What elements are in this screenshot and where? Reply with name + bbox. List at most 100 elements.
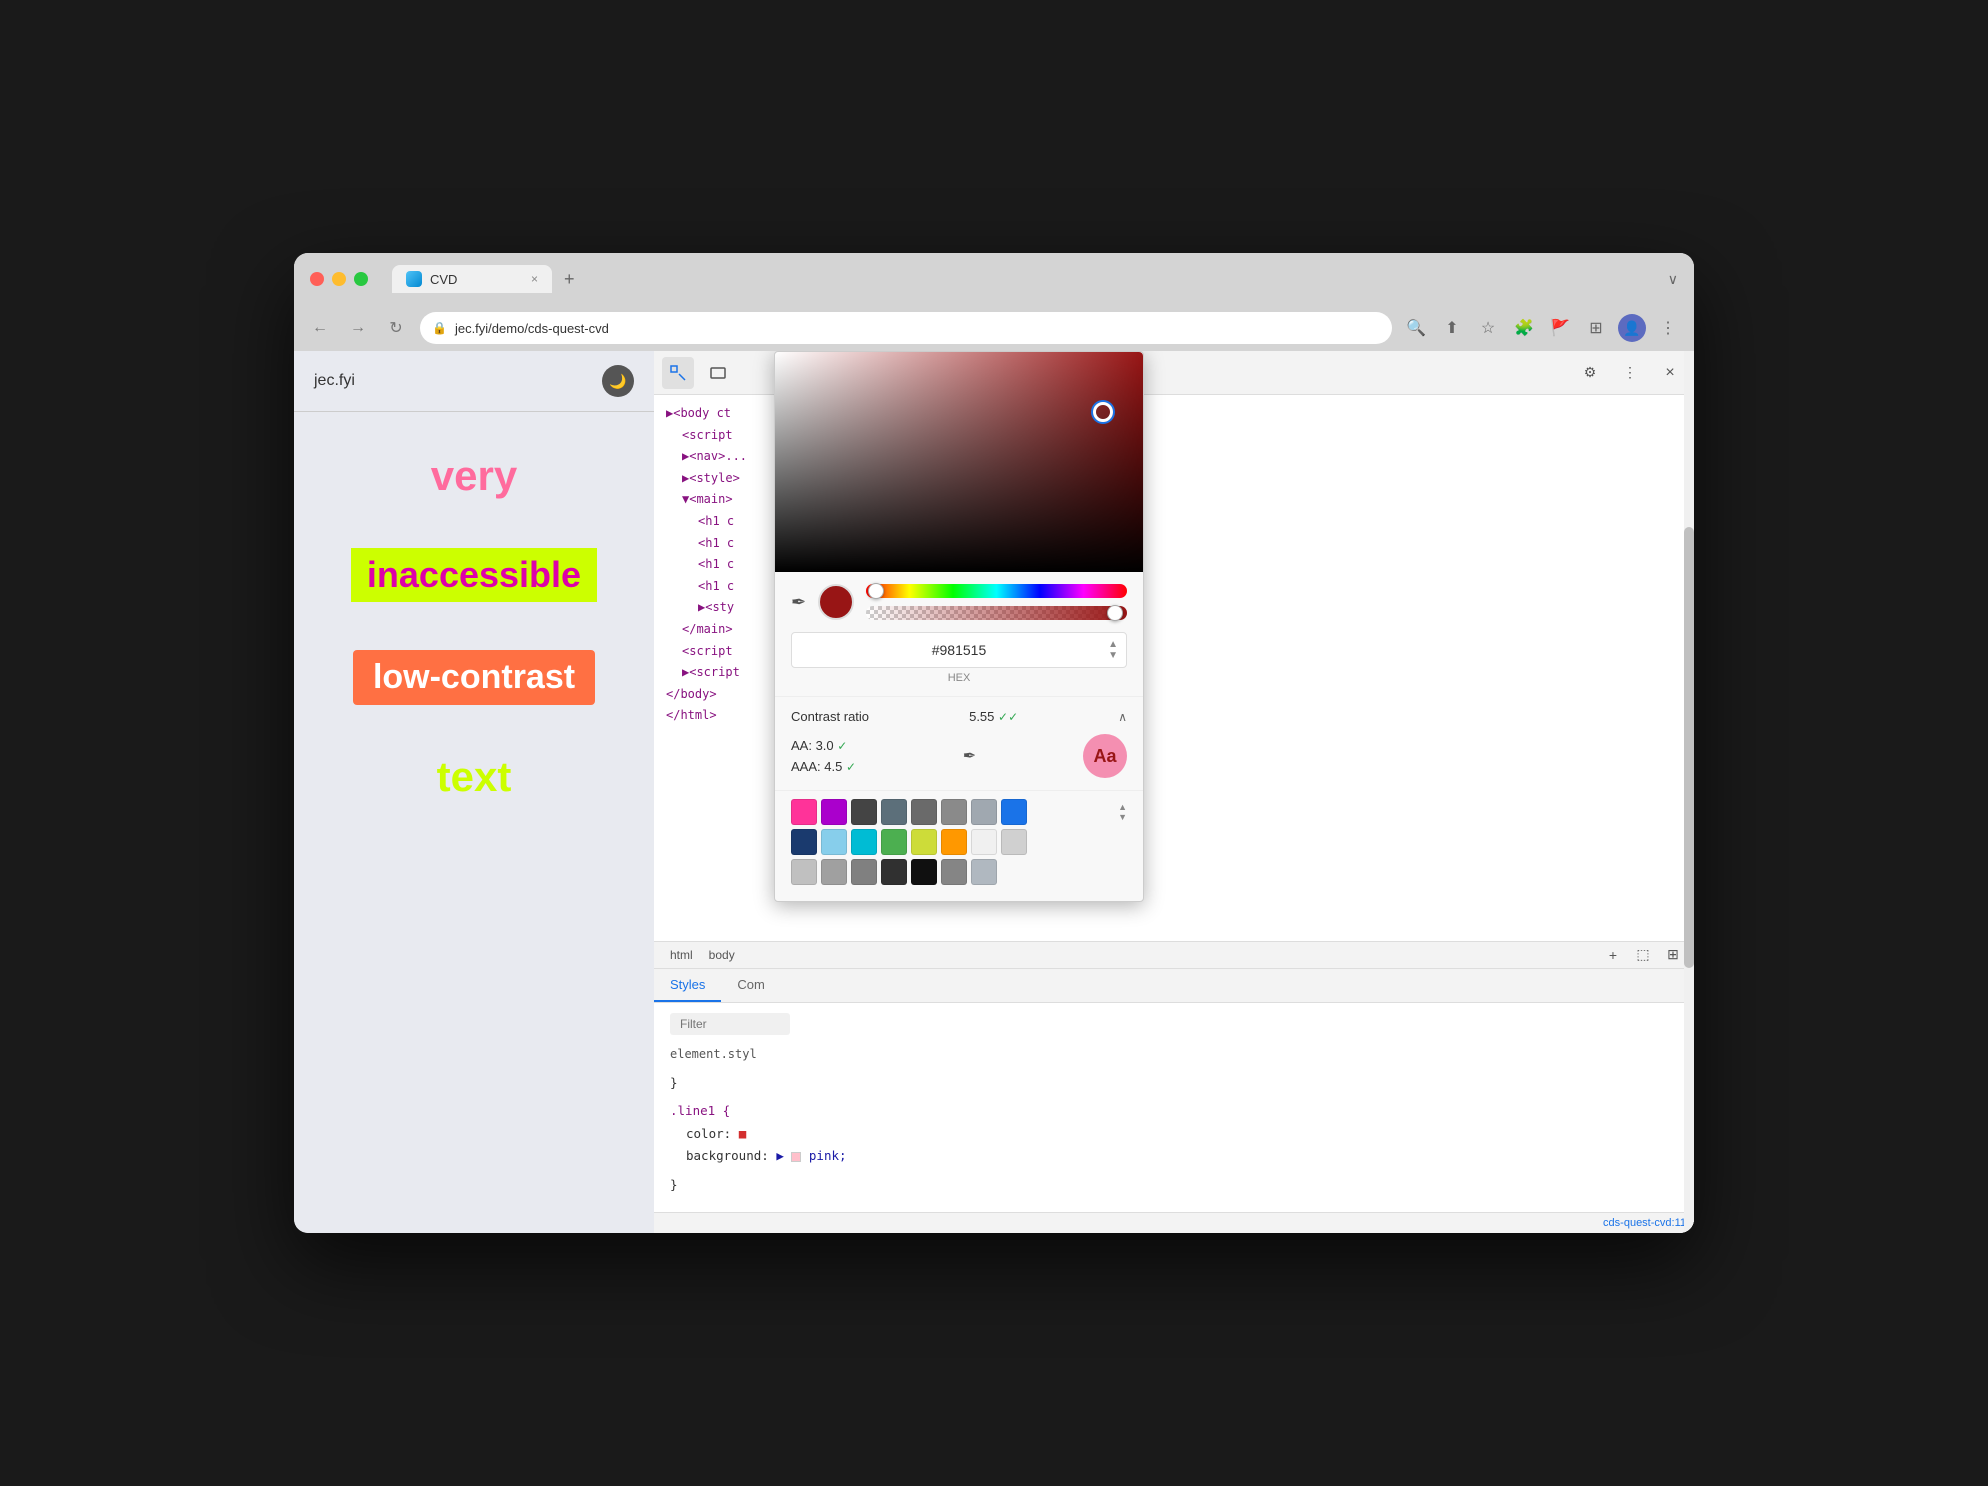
forward-button[interactable]: →: [344, 314, 372, 342]
title-bar: CVD × + ∨: [294, 253, 1694, 305]
extension-icon[interactable]: 🧩: [1510, 314, 1538, 342]
hex-input-area: #981515 ▲▼ HEX: [775, 632, 1143, 696]
contrast-eyedropper-button[interactable]: ✒: [963, 746, 976, 766]
hex-input-field[interactable]: #981515 ▲▼: [791, 632, 1127, 668]
swatch-teal[interactable]: [851, 829, 877, 855]
tab-menu-button[interactable]: ∨: [1668, 271, 1678, 288]
background-color-swatch[interactable]: [791, 1152, 801, 1162]
swatch-yellow-green[interactable]: [911, 829, 937, 855]
inspect-element-button[interactable]: [662, 357, 694, 389]
hex-spinners[interactable]: ▲▼: [1108, 639, 1118, 661]
swatch-charcoal[interactable]: [881, 859, 907, 885]
toggle-inspector-button[interactable]: ⬚: [1630, 942, 1656, 968]
bookmark-icon[interactable]: ☆: [1474, 314, 1502, 342]
swatch-blue-gray[interactable]: [971, 799, 997, 825]
color-picker-popup: ✒ #981515 ▲▼: [774, 351, 1144, 902]
swatches-row-3: [791, 859, 1127, 885]
devtools-close-button[interactable]: ×: [1654, 357, 1686, 389]
aaa-check-icon: ✓: [846, 760, 856, 774]
scrollbar[interactable]: [1684, 351, 1694, 1233]
share-icon[interactable]: ⬆: [1438, 314, 1466, 342]
demo-item-text: text: [437, 753, 512, 801]
browser-toolbar: 🔍 ⬆ ☆ 🧩 🚩 ⊞ 👤 ⋮: [1402, 314, 1682, 342]
swatch-purple[interactable]: [821, 799, 847, 825]
swatches-spinner[interactable]: ▲▼: [1118, 802, 1127, 822]
swatch-warm-gray[interactable]: [941, 859, 967, 885]
profile-icon[interactable]: 👤: [1618, 314, 1646, 342]
search-icon[interactable]: 🔍: [1402, 314, 1430, 342]
page-header: jec.fyi 🌙: [294, 351, 654, 412]
aaa-level: AAA: 4.5 ✓: [791, 759, 856, 774]
scrollbar-thumb[interactable]: [1684, 527, 1694, 968]
aa-preview-text: Aa: [1083, 734, 1127, 778]
element-tabs-bar: html body + ⬚ ⊞: [654, 942, 1694, 969]
swatch-gray[interactable]: [911, 799, 937, 825]
minimize-button[interactable]: [332, 272, 346, 286]
opacity-slider-thumb[interactable]: [1107, 605, 1123, 621]
hue-slider[interactable]: [866, 584, 1127, 598]
swatch-pink[interactable]: [791, 799, 817, 825]
refresh-button[interactable]: ↻: [382, 314, 410, 342]
swatch-light-gray[interactable]: [1001, 829, 1027, 855]
device-toolbar-button[interactable]: [702, 357, 734, 389]
maximize-button[interactable]: [354, 272, 368, 286]
styles-tab[interactable]: Styles: [654, 969, 721, 1002]
lock-icon: 🔒: [432, 321, 447, 335]
bottom-toolbar: cds-quest-cvd:11: [654, 1212, 1694, 1233]
styles-toolbar: + ⬚ ⊞: [1600, 942, 1686, 968]
eyedropper-button[interactable]: ✒: [791, 592, 806, 613]
dark-mode-button[interactable]: 🌙: [602, 365, 634, 397]
tab-close-button[interactable]: ×: [531, 272, 538, 286]
opacity-slider[interactable]: [866, 606, 1127, 620]
body-breadcrumb[interactable]: body: [701, 942, 743, 968]
swatch-blue[interactable]: [1001, 799, 1027, 825]
styles-computed-tabs: Styles Com: [654, 969, 1694, 1003]
color-gradient-canvas[interactable]: [775, 352, 1143, 572]
swatch-mid-gray[interactable]: [941, 799, 967, 825]
devtools-more-button[interactable]: ⋮: [1614, 357, 1646, 389]
expand-button[interactable]: ⊞: [1660, 942, 1686, 968]
swatches-row-2: [791, 829, 1127, 855]
aa-check-icon: ✓: [837, 739, 847, 753]
swatch-near-black[interactable]: [911, 859, 937, 885]
active-tab[interactable]: CVD ×: [392, 265, 552, 293]
address-field[interactable]: 🔒 jec.fyi/demo/cds-quest-cvd: [420, 312, 1392, 344]
sidebar-icon[interactable]: ⊞: [1582, 314, 1610, 342]
swatch-green[interactable]: [881, 829, 907, 855]
add-style-button[interactable]: +: [1600, 942, 1626, 968]
devtools-bottom: html body + ⬚ ⊞ Styles Com: [654, 941, 1694, 1233]
contrast-header[interactable]: Contrast ratio 5.55 ✓✓ ∧: [791, 709, 1127, 724]
swatch-gray2[interactable]: [821, 859, 847, 885]
contrast-chevron-icon[interactable]: ∧: [1118, 710, 1127, 724]
css-prop-color: color: ■: [670, 1126, 746, 1141]
contrast-levels: AA: 3.0 ✓ AAA: 4.5 ✓: [791, 738, 856, 774]
swatch-orange[interactable]: [941, 829, 967, 855]
swatch-cool-gray[interactable]: [971, 859, 997, 885]
html-breadcrumb[interactable]: html: [662, 942, 701, 968]
swatch-dark-gray[interactable]: [851, 799, 877, 825]
menu-icon[interactable]: ⋮: [1654, 314, 1682, 342]
devtools-panel: ⚙ ⋮ × ✒: [654, 351, 1694, 1233]
css-prop-background: background: ▶ pink;: [670, 1148, 847, 1163]
filter-bar: [670, 1013, 1678, 1035]
swatch-light[interactable]: [971, 829, 997, 855]
close-button[interactable]: [310, 272, 324, 286]
back-button[interactable]: ←: [306, 314, 334, 342]
filter-input[interactable]: [670, 1013, 790, 1035]
hue-slider-thumb[interactable]: [868, 583, 884, 599]
flag-icon[interactable]: 🚩: [1546, 314, 1574, 342]
swatch-slate[interactable]: [881, 799, 907, 825]
computed-tab[interactable]: Com: [721, 969, 780, 1002]
hex-value: #981515: [932, 642, 987, 658]
swatch-medium-gray[interactable]: [851, 859, 877, 885]
swatch-navy[interactable]: [791, 829, 817, 855]
devtools-settings-button[interactable]: ⚙: [1574, 357, 1606, 389]
color-preview-swatch[interactable]: [818, 584, 854, 620]
color-cursor[interactable]: [1093, 402, 1113, 422]
swatch-sky[interactable]: [821, 829, 847, 855]
new-tab-button[interactable]: +: [564, 269, 575, 290]
line-reference[interactable]: cds-quest-cvd:11: [1603, 1217, 1686, 1229]
browser-window: CVD × + ∨ ← → ↻ 🔒 jec.fyi/demo/cds-quest…: [294, 253, 1694, 1233]
swatch-silver[interactable]: [791, 859, 817, 885]
contrast-check-icon: ✓✓: [998, 710, 1018, 724]
